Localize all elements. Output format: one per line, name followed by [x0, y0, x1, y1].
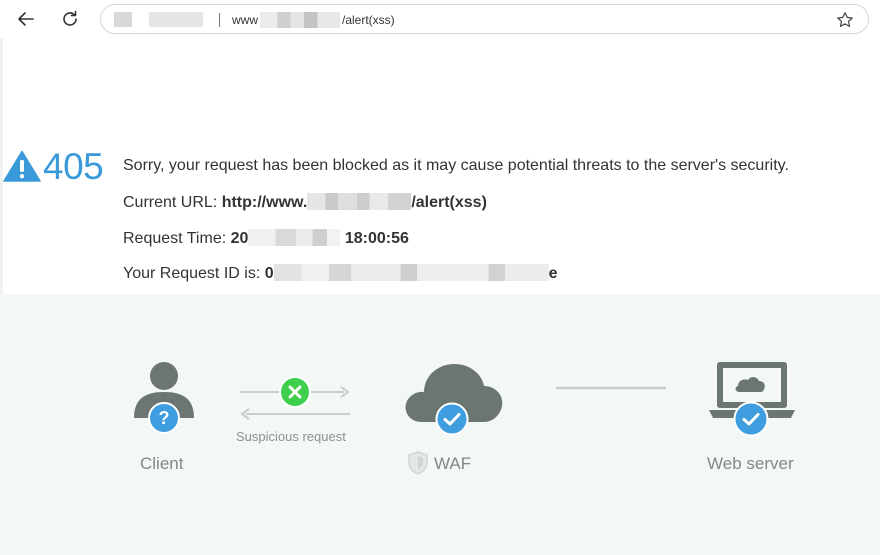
connector-line [556, 386, 666, 390]
site-info-chip [149, 12, 203, 27]
url-text[interactable]: www /alert(xss) [232, 12, 395, 28]
current-url-suffix: /alert(xss) [411, 194, 487, 211]
star-icon [837, 12, 853, 27]
request-id-prefix: 0 [264, 265, 274, 282]
reload-icon [63, 10, 77, 26]
suspicious-request-label: Suspicious request [236, 429, 346, 444]
request-time-value: 18:00:56 [344, 230, 409, 247]
request-id-label: Your Request ID is: [123, 265, 261, 282]
client-label: Client [140, 454, 184, 473]
back-button[interactable] [13, 6, 39, 32]
svg-text:?: ? [159, 408, 170, 428]
waf-label: WAF [434, 454, 472, 473]
current-url-row: Current URL: http://www. /alert(xss) [123, 193, 487, 212]
request-time-prefix: 20 [230, 230, 249, 247]
request-id-suffix: e [548, 265, 558, 282]
address-separator [219, 13, 220, 27]
url-suffix: /alert(xss) [342, 13, 395, 27]
waf-check-icon [435, 402, 469, 436]
waf-diagram: ? Client Suspicious request WAF Web serv… [0, 294, 880, 555]
browser-toolbar: www /alert(xss) [0, 0, 880, 38]
blocked-x-icon [279, 376, 311, 408]
warning-icon [3, 150, 41, 182]
url-prefix: www [232, 13, 258, 27]
site-favicon [114, 12, 132, 27]
request-time-row: Request Time: 20 18:00:56 [123, 229, 409, 248]
web-server-label: Web server [707, 454, 794, 473]
error-message: Sorry, your request has been blocked as … [123, 157, 789, 174]
request-time-label: Request Time: [123, 230, 227, 247]
current-url-prefix: http://www. [221, 194, 308, 211]
question-badge-icon: ? [148, 402, 180, 434]
address-bar[interactable]: www /alert(xss) [100, 4, 869, 34]
arrow-left-icon [18, 12, 34, 26]
request-id-row: Your Request ID is: 0 e [123, 264, 558, 283]
server-check-icon [733, 401, 769, 437]
request-time-redacted [248, 229, 341, 246]
shield-icon [408, 451, 428, 475]
current-url-redacted [307, 193, 412, 210]
bookmark-button[interactable] [836, 11, 854, 29]
error-code: 405 [43, 146, 104, 187]
request-id-redacted [273, 264, 549, 281]
reload-button[interactable] [57, 6, 83, 32]
url-redacted [260, 12, 340, 28]
current-url-label: Current URL: [123, 194, 218, 211]
